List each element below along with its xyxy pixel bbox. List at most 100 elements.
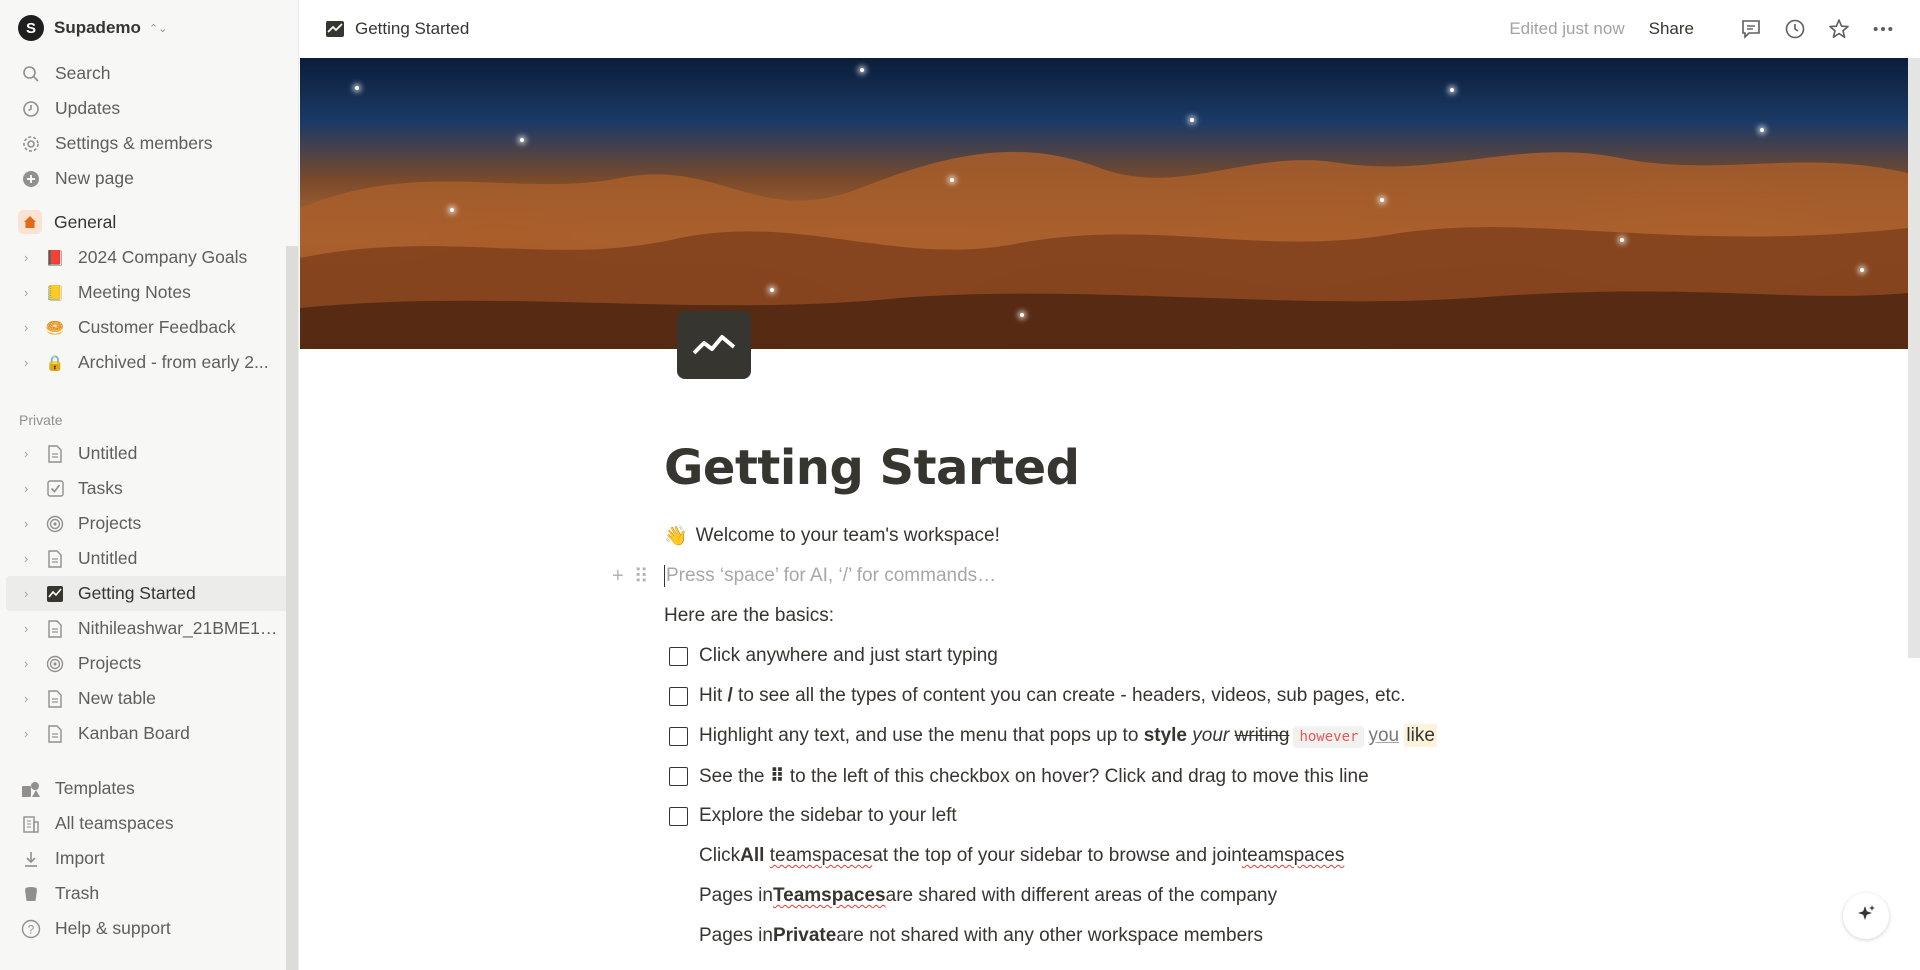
sidebar-page-nithileashwar[interactable]: › Nithileashwar_21BME10... — [6, 611, 292, 646]
more-options-icon[interactable] — [1872, 18, 1894, 40]
page-title[interactable]: Getting Started — [664, 440, 1564, 496]
sub-item[interactable]: Pages in Private are not shared with any… — [664, 916, 1564, 956]
ai-assistant-button[interactable] — [1843, 893, 1889, 939]
star — [450, 208, 454, 212]
star — [1020, 313, 1024, 317]
chevron-right-icon[interactable]: › — [24, 481, 38, 496]
sidebar-item-search[interactable]: Search — [0, 56, 298, 91]
sidebar-item-help[interactable]: ? Help & support — [0, 911, 298, 946]
sidebar-page-projects[interactable]: › Projects — [6, 506, 292, 541]
page-chart-icon[interactable] — [677, 311, 751, 379]
basics-heading[interactable]: Here are the basics: — [664, 596, 1564, 636]
star — [1620, 238, 1624, 242]
chart-icon — [325, 19, 345, 39]
welcome-line[interactable]: 👋 Welcome to your team's workspace! — [664, 516, 1564, 556]
sidebar-page-customer-feedback[interactable]: › 🥯 Customer Feedback — [6, 310, 292, 345]
add-block-icon[interactable]: + — [612, 565, 624, 588]
sidebar-page-kanban-board[interactable]: › Kanban Board — [6, 716, 292, 751]
share-button[interactable]: Share — [1649, 19, 1694, 39]
sidebar-page-meeting-notes[interactable]: › 📒 Meeting Notes — [6, 275, 292, 310]
sub-item[interactable]: Pages in Teamspaces are shared with diff… — [664, 876, 1564, 916]
chevron-right-icon[interactable]: › — [24, 691, 38, 706]
chevron-right-icon[interactable]: › — [24, 656, 38, 671]
todo-checkbox[interactable] — [669, 686, 688, 706]
history-icon[interactable] — [1784, 18, 1806, 40]
checkbox-icon — [44, 478, 66, 500]
workspace-name: Supademo — [54, 18, 141, 37]
sub-item[interactable]: Click All teamspaces at the top of your … — [664, 836, 1564, 876]
todo-item[interactable]: See the ⠿ to the left of this checkbox o… — [664, 756, 1564, 796]
sidebar-item-all-teamspaces[interactable]: All teamspaces — [0, 806, 298, 841]
sidebar-item-label: Tasks — [78, 478, 123, 498]
sidebar-item-label: Customer Feedback — [78, 317, 236, 337]
sidebar-item-label: Updates — [55, 98, 121, 118]
private-section-label[interactable]: Private — [0, 404, 298, 436]
drag-handle-icon[interactable]: ⠿ — [634, 564, 649, 589]
target-icon — [44, 513, 66, 535]
sidebar-item-label: Templates — [55, 778, 135, 798]
sidebar-page-archived[interactable]: › 🔒 Archived - from early 2... — [6, 345, 292, 380]
chevron-right-icon[interactable]: › — [24, 551, 38, 566]
sidebar-page-projects-2[interactable]: › Projects — [6, 646, 292, 681]
sparkle-icon — [1855, 903, 1877, 930]
page-icon — [44, 618, 66, 640]
sidebar-item-label: Getting Started — [78, 583, 196, 603]
sidebar-item-templates[interactable]: Templates — [0, 771, 298, 806]
sidebar-item-general[interactable]: General — [0, 204, 298, 240]
svg-text:?: ? — [28, 922, 35, 936]
cover-image[interactable] — [300, 58, 1908, 349]
sidebar-item-label: Projects — [78, 513, 142, 533]
sidebar-item-new-page[interactable]: New page — [0, 161, 298, 196]
star — [1760, 128, 1764, 132]
sidebar-page-untitled[interactable]: › Untitled — [6, 436, 292, 471]
sidebar-item-import[interactable]: Import — [0, 841, 298, 876]
sidebar-page-getting-started[interactable]: › Getting Started — [6, 576, 292, 611]
todo-item[interactable]: Explore the sidebar to your left — [664, 796, 1564, 836]
page-scrollbar[interactable] — [1908, 58, 1920, 658]
chevron-right-icon[interactable]: › — [24, 621, 38, 636]
chevron-right-icon[interactable]: › — [24, 516, 38, 531]
page-icon — [44, 548, 66, 570]
star — [860, 68, 864, 72]
todo-item[interactable]: Highlight any text, and use the menu tha… — [664, 716, 1564, 756]
star — [520, 138, 524, 142]
edited-status[interactable]: Edited just now — [1509, 19, 1624, 39]
chevron-right-icon[interactable]: › — [24, 446, 38, 461]
chevron-right-icon[interactable]: › — [24, 320, 38, 335]
todo-item[interactable]: Hit / to see all the types of content yo… — [664, 676, 1564, 716]
plus-circle-icon — [20, 168, 42, 190]
workspace-logo: S — [18, 15, 44, 41]
chevron-right-icon[interactable]: › — [24, 250, 38, 265]
sidebar-item-label: Search — [55, 63, 111, 83]
star-icon[interactable] — [1828, 18, 1850, 40]
empty-block[interactable]: + ⠿ Press ‘space’ for AI, ‘/’ for comman… — [612, 556, 1564, 596]
chevron-right-icon[interactable]: › — [24, 586, 38, 601]
sidebar-item-trash[interactable]: Trash — [0, 876, 298, 911]
sidebar-page-tasks[interactable]: › Tasks — [6, 471, 292, 506]
clock-icon — [20, 98, 42, 120]
comment-icon[interactable] — [1740, 18, 1762, 40]
todo-text: Explore the sidebar to your left — [699, 805, 957, 826]
sidebar-item-updates[interactable]: Updates — [0, 91, 298, 126]
todo-checkbox[interactable] — [669, 806, 688, 826]
todo-item[interactable]: Click anywhere and just start typing — [664, 636, 1564, 676]
todo-checkbox[interactable] — [669, 646, 688, 666]
sidebar-item-settings[interactable]: Settings & members — [0, 126, 298, 161]
notebook-icon: 📒 — [45, 284, 65, 302]
todo-checkbox[interactable] — [669, 766, 688, 786]
breadcrumb[interactable]: Getting Started — [355, 19, 469, 39]
chevron-right-icon[interactable]: › — [24, 285, 38, 300]
gear-icon — [20, 133, 42, 155]
block-handles: + ⠿ — [612, 556, 648, 596]
red-book-icon: 📕 — [45, 249, 65, 267]
sidebar-page-new-table[interactable]: › New table — [6, 681, 292, 716]
chevron-right-icon[interactable]: › — [24, 726, 38, 741]
todo-checkbox[interactable] — [669, 726, 688, 746]
sidebar-page-untitled-2[interactable]: › Untitled — [6, 541, 292, 576]
todo-text: Highlight any text, and use the menu tha… — [699, 724, 1437, 748]
sidebar-scrollbar[interactable] — [286, 246, 298, 970]
templates-icon — [20, 778, 42, 800]
sidebar-page-2024-company-goals[interactable]: › 📕 2024 Company Goals — [6, 240, 292, 275]
chevron-right-icon[interactable]: › — [24, 355, 38, 370]
workspace-switcher[interactable]: S Supademo ⌃⌄ — [0, 0, 298, 56]
